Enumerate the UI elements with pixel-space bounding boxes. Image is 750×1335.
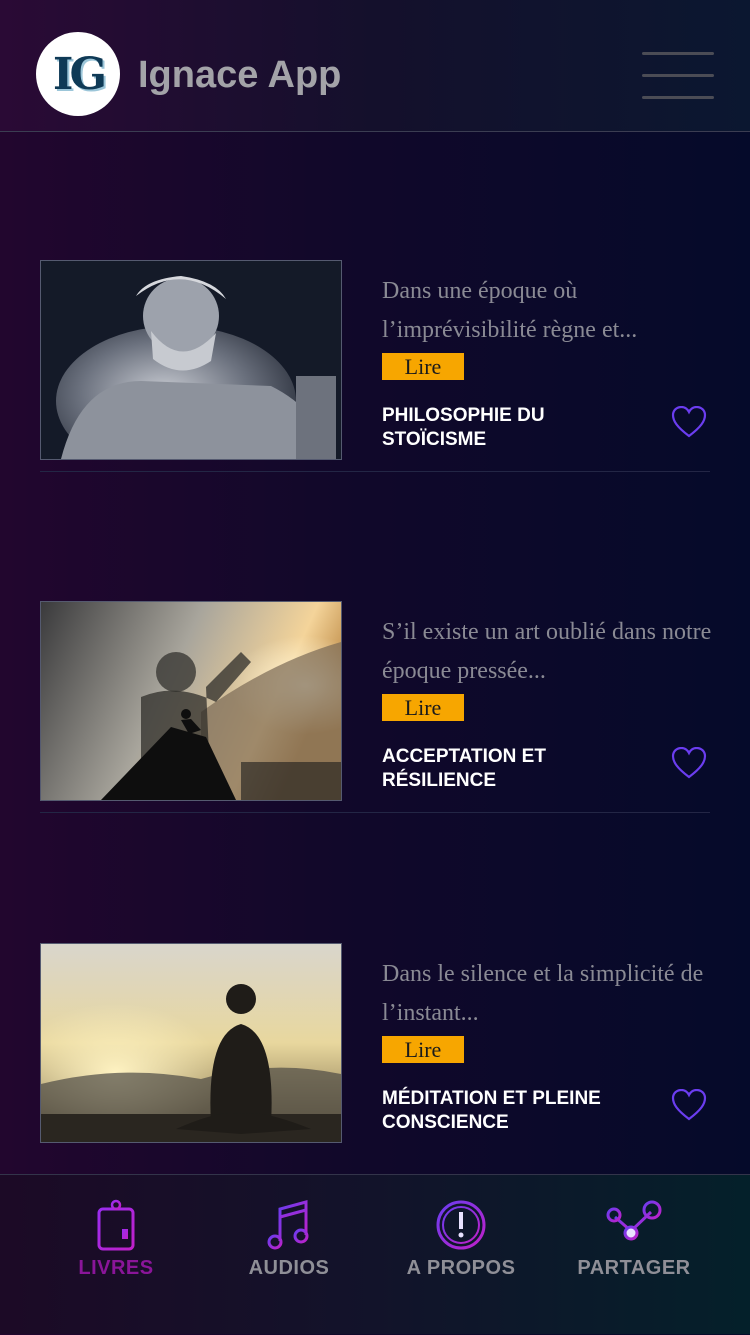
hamburger-menu-icon[interactable] (642, 52, 714, 100)
heart-icon[interactable] (671, 746, 711, 783)
heart-icon[interactable] (671, 1088, 711, 1125)
book-title: PHILOSOPHIE DU STOÏCISME (382, 405, 545, 450)
tab-label: LIVRES (78, 1257, 154, 1279)
book-icon (97, 1199, 135, 1251)
app-title: Ignace App (138, 54, 342, 96)
logo-text: IG (52, 48, 107, 100)
tab-audios[interactable]: AUDIOS (204, 1175, 374, 1335)
book-cover-image[interactable] (40, 601, 342, 801)
book-excerpt: Dans le silence et la simplicité de l’in… (382, 961, 704, 1026)
book-excerpt: Dans une époque où l’imprévisibilité règ… (382, 278, 638, 343)
tab-partager[interactable]: PARTAGER (549, 1175, 719, 1335)
book-title: MÉDITATION ET PLEINE CONSCIENCE (382, 1088, 601, 1133)
tab-livres[interactable]: LIVRES (31, 1175, 201, 1335)
card-divider (40, 812, 710, 813)
heart-icon[interactable] (671, 405, 711, 442)
book-card[interactable]: S’il existe un art oublié dans notre épo… (40, 473, 712, 813)
book-cover-image[interactable] (40, 943, 342, 1143)
book-title: ACCEPTATION ET RÉSILIENCE (382, 746, 546, 791)
tab-label: PARTAGER (577, 1257, 691, 1279)
bottom-tab-bar: LIVRES AUDIOS A PROPOS PARTAGER (0, 1174, 750, 1334)
read-button[interactable]: Lire (382, 694, 464, 721)
book-cover-image[interactable] (40, 260, 342, 460)
info-icon (436, 1200, 486, 1250)
read-button[interactable]: Lire (382, 353, 464, 380)
share-icon (606, 1200, 662, 1241)
music-note-icon (267, 1200, 309, 1250)
book-excerpt: S’il existe un art oublié dans notre épo… (382, 619, 712, 684)
tab-a-propos[interactable]: A PROPOS (376, 1175, 546, 1335)
tab-label: A PROPOS (406, 1257, 516, 1279)
app-logo[interactable]: IG (36, 32, 120, 116)
tab-label: AUDIOS (248, 1257, 330, 1279)
app-header: IG Ignace App (0, 0, 750, 132)
read-button[interactable]: Lire (382, 1036, 464, 1063)
book-card[interactable]: Dans une époque où l’imprévisibilité règ… (40, 132, 710, 472)
book-card[interactable]: Dans le silence et la simplicité de l’in… (40, 815, 710, 1155)
card-divider (40, 471, 710, 472)
